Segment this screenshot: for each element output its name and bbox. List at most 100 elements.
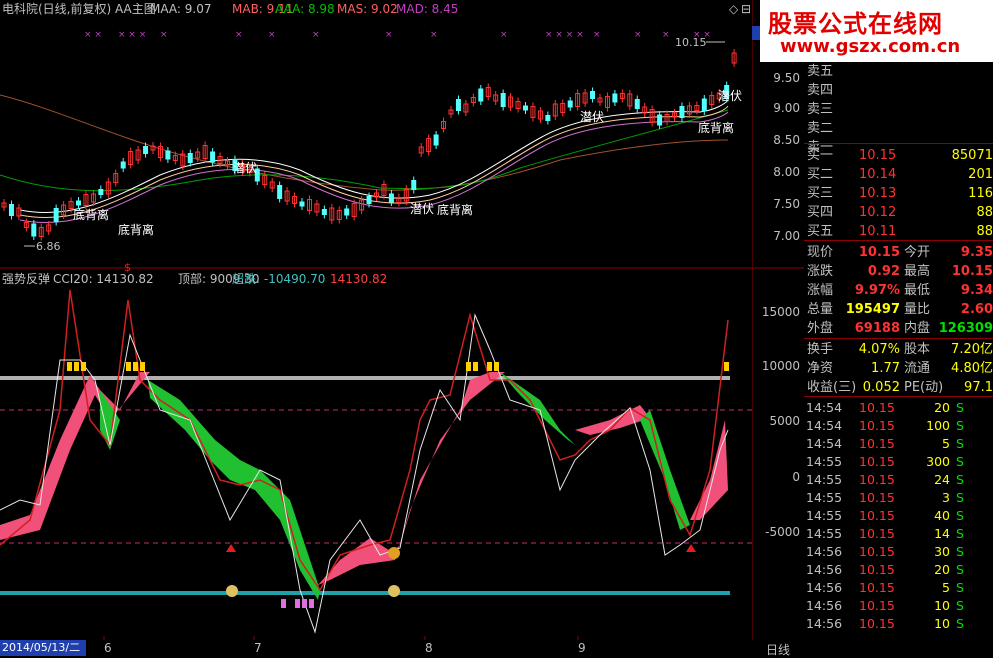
ma-pink-line bbox=[19, 111, 729, 224]
svg-text:潜伏: 潜伏 bbox=[718, 89, 742, 103]
stat-value: 0.052 bbox=[862, 380, 900, 395]
stat-value: 7.20亿 bbox=[951, 342, 993, 357]
price-tick-label: 9.50 bbox=[773, 71, 800, 85]
bid-price: 10.14 bbox=[859, 167, 897, 182]
tick-price: 10.15 bbox=[859, 454, 895, 469]
candles bbox=[1, 49, 737, 241]
chart-area[interactable]: 电科院(日线,前复权) AA主图 MAA: 9.07 MAB: 9.11 AAA… bbox=[0, 0, 752, 656]
indicator-tick-label: 15000 bbox=[762, 305, 800, 319]
period-label[interactable]: 日线 bbox=[766, 641, 790, 658]
svg-text:底背离: 底背离 bbox=[118, 222, 154, 237]
tick-time: 14:56 bbox=[806, 544, 843, 559]
x-markers: × × × × × × × × × × × × × × × × × × × × × bbox=[84, 30, 711, 40]
stat-value: 0.92 bbox=[867, 264, 900, 279]
tick-side: S bbox=[956, 418, 964, 433]
tick-side: S bbox=[956, 616, 964, 631]
svg-text:×: × bbox=[662, 30, 670, 40]
ma-green-line bbox=[0, 109, 729, 192]
oversold-value: 超跌: -10490.70 bbox=[232, 271, 325, 286]
svg-text:底背离: 底背离 bbox=[698, 120, 734, 135]
main-title: 电科院(日线,前复权) AA主图 bbox=[2, 1, 156, 16]
stat-label: 今开 bbox=[904, 245, 931, 260]
tick-volume: 100 bbox=[926, 418, 950, 433]
price-tick-label: 8.50 bbox=[773, 133, 800, 147]
stat-value: 9.34 bbox=[960, 283, 993, 298]
status-bar: 2014/05/13/二 6 7 8 9 日线 bbox=[0, 640, 804, 658]
tick-time: 14:56 bbox=[806, 580, 843, 595]
stat-label: 量比 bbox=[904, 302, 931, 317]
triangle-up-icon bbox=[686, 544, 696, 552]
bid-label: 买二 bbox=[807, 167, 834, 182]
tick-price: 10.15 bbox=[859, 562, 895, 577]
ma-long-line bbox=[0, 94, 729, 191]
tick-price: 10.15 bbox=[859, 544, 895, 559]
tick-time: 14:56 bbox=[806, 562, 843, 577]
tick-volume: 5 bbox=[942, 436, 950, 451]
watermark-title: 股票公式在线网 bbox=[768, 10, 943, 38]
stat-value: 4.80亿 bbox=[951, 361, 993, 376]
bid-volume: 201 bbox=[968, 167, 993, 182]
tick-side: S bbox=[956, 526, 964, 541]
dollar-icon: $ bbox=[124, 261, 131, 274]
tick-side: S bbox=[956, 580, 964, 595]
svg-text:×: × bbox=[385, 30, 393, 40]
month-label: 6 bbox=[104, 641, 112, 655]
tick-side: S bbox=[956, 400, 964, 415]
stat-value: 9.97% bbox=[854, 283, 900, 298]
close-icon[interactable]: ⊟ bbox=[741, 2, 751, 16]
indicator-white-line bbox=[0, 313, 729, 634]
tick-volume: 30 bbox=[934, 544, 950, 559]
price-tick-label: 7.50 bbox=[773, 197, 800, 211]
svg-text:×: × bbox=[268, 30, 276, 40]
price-axis: 9.50 9.00 8.50 8.00 7.50 7.00 15000 10000 5000 0… bbox=[751, 0, 804, 640]
indicator-tick-label: 10000 bbox=[762, 359, 800, 373]
coin-icon bbox=[388, 547, 400, 559]
tick-volume: 5 bbox=[942, 580, 950, 595]
stat-label: 外盘 bbox=[807, 321, 834, 336]
tick-time: 14:56 bbox=[806, 598, 843, 613]
tick-price: 10.15 bbox=[859, 508, 895, 523]
tick-time: 14:55 bbox=[806, 508, 843, 523]
tick-price: 10.15 bbox=[859, 472, 895, 487]
bid-volume: 88 bbox=[976, 224, 993, 239]
stat-value: 97.1 bbox=[964, 380, 993, 395]
tick-side: S bbox=[956, 490, 964, 505]
svg-text:潜伏: 潜伏 bbox=[410, 202, 434, 216]
date-label: 2014/05/13/二 bbox=[0, 640, 86, 656]
svg-text:×: × bbox=[430, 30, 438, 40]
ask-label: 卖二 bbox=[807, 121, 834, 136]
indicator-tick-label: 5000 bbox=[769, 414, 800, 428]
kline-svg[interactable]: 电科院(日线,前复权) AA主图 MAA: 9.07 MAB: 9.11 AAA… bbox=[0, 0, 752, 640]
svg-text:×: × bbox=[500, 30, 508, 40]
svg-text:潜伏: 潜伏 bbox=[580, 110, 604, 124]
tick-volume: 20 bbox=[934, 562, 950, 577]
svg-text:×: × bbox=[593, 30, 601, 40]
bid-price: 10.11 bbox=[859, 224, 897, 239]
watermark: 股票公式在线网 www.gszx.com.cn bbox=[760, 0, 993, 62]
tick-time: 14:54 bbox=[806, 436, 843, 451]
stat-value: 10.15 bbox=[951, 264, 993, 279]
tick-side: S bbox=[956, 454, 964, 469]
mad-value: MAD: 8.45 bbox=[396, 2, 458, 16]
low-price-label: 6.86 bbox=[36, 240, 61, 253]
svg-text:×: × bbox=[160, 30, 168, 40]
tick-price: 10.15 bbox=[859, 418, 895, 433]
tick-side: S bbox=[956, 436, 964, 451]
stat-label: 股本 bbox=[904, 342, 931, 357]
scroll-icon[interactable]: ◇ bbox=[729, 2, 739, 16]
ribbon-band bbox=[0, 372, 728, 600]
tick-time: 14:55 bbox=[806, 490, 843, 505]
tick-volume: 24 bbox=[934, 472, 950, 487]
tick-price: 10.15 bbox=[859, 490, 895, 505]
stat-label: 换手 bbox=[807, 342, 834, 357]
stat-label: 内盘 bbox=[904, 321, 931, 336]
tick-time: 14:55 bbox=[806, 526, 843, 541]
svg-text:× ×: × × bbox=[84, 30, 102, 40]
svg-text:×: × bbox=[235, 30, 243, 40]
stat-value: 10.15 bbox=[858, 245, 900, 260]
month-label: 7 bbox=[254, 641, 262, 655]
tick-time: 14:55 bbox=[806, 472, 843, 487]
ask-label: 卖五 bbox=[807, 64, 834, 79]
indicator-tick-label: -5000 bbox=[765, 525, 800, 539]
tick-volume: 10 bbox=[934, 598, 950, 613]
